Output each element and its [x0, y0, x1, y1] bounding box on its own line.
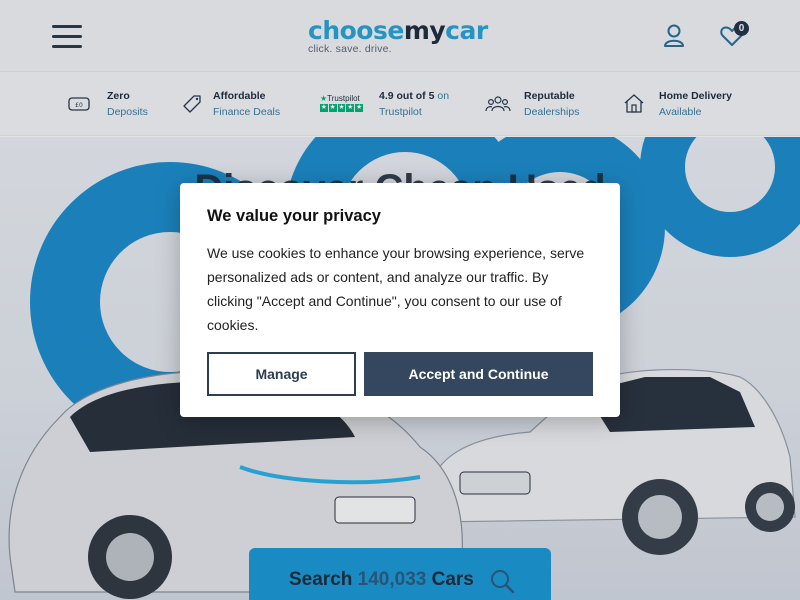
cookie-modal-body: We use cookies to enhance your browsing …: [207, 245, 585, 333]
cookie-modal-title: We value your privacy: [207, 207, 381, 225]
accept-and-continue-button[interactable]: Accept and Continue: [364, 352, 593, 396]
manage-cookies-button[interactable]: Manage: [207, 352, 356, 396]
cookie-consent-modal: We value your privacy We use cookies to …: [180, 183, 620, 417]
